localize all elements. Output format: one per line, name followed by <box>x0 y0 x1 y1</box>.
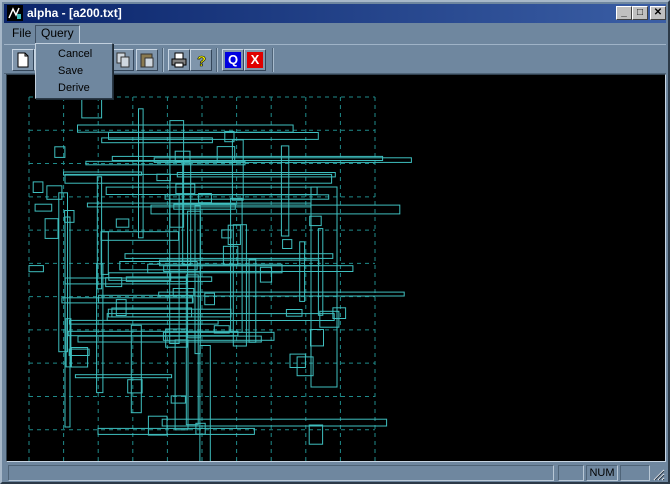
toolbar-separator <box>272 48 274 72</box>
print-button[interactable] <box>168 49 190 71</box>
query-icon: Q <box>225 52 241 68</box>
layout-shape <box>280 145 290 237</box>
application-window: alpha - [a200.txt] _ □ ✕ File Query ? Q … <box>0 0 670 484</box>
layout-shape <box>74 374 173 379</box>
layout-shape <box>156 173 171 182</box>
copy-button[interactable] <box>112 49 134 71</box>
svg-text:?: ? <box>197 53 206 70</box>
layout-shape <box>70 347 89 368</box>
minimize-icon: _ <box>621 7 627 18</box>
help-icon: ? <box>197 53 207 71</box>
menu-file[interactable]: File <box>7 25 36 42</box>
close-button[interactable]: ✕ <box>650 6 666 20</box>
copy-icon <box>116 52 130 68</box>
menu-bar: File Query <box>4 24 666 44</box>
layout-shape <box>310 329 324 347</box>
layout-shape <box>115 218 130 228</box>
maximize-button[interactable]: □ <box>632 6 648 20</box>
layout-shape <box>227 224 241 245</box>
layout-shape <box>169 194 180 344</box>
query-button[interactable]: Q <box>222 49 244 71</box>
layout-shape <box>44 218 59 239</box>
layout-shape <box>64 210 75 223</box>
layout-shape <box>282 239 293 250</box>
layout-shape <box>138 108 144 239</box>
layout-shape <box>100 231 179 241</box>
print-icon <box>171 52 187 68</box>
layout-shape <box>232 224 247 347</box>
layout-shape <box>61 297 194 304</box>
window-title: alpha - [a200.txt] <box>27 6 122 20</box>
layout-shape <box>163 265 354 272</box>
close-query-button[interactable]: X <box>244 49 266 71</box>
layout-shape <box>175 183 196 195</box>
new-button[interactable] <box>12 49 34 71</box>
layout-shape <box>158 291 405 297</box>
layout-shape <box>28 265 44 273</box>
layout-shape <box>289 353 306 369</box>
paste-icon <box>140 53 154 68</box>
close-icon: ✕ <box>653 7 663 18</box>
layout-shape <box>170 395 186 404</box>
menu-item-save[interactable]: Save <box>38 63 110 80</box>
status-caps <box>558 465 584 481</box>
circuit-layout-drawing <box>28 96 412 484</box>
layout-shape <box>169 120 185 228</box>
layout-shape <box>285 309 303 317</box>
layout-shape <box>204 292 216 306</box>
maximize-icon: □ <box>636 7 644 18</box>
paste-button[interactable] <box>136 49 158 71</box>
title-bar[interactable]: alpha - [a200.txt] _ □ ✕ <box>4 4 666 23</box>
new-icon <box>17 52 29 68</box>
layout-shape <box>259 266 273 283</box>
layout-shape <box>77 124 294 133</box>
layout-shape <box>231 139 244 201</box>
menu-query[interactable]: Query <box>35 25 80 44</box>
layout-shape <box>34 203 53 212</box>
layout-shape <box>127 379 143 394</box>
minimize-button[interactable]: _ <box>616 6 632 20</box>
layout-shape <box>221 229 232 239</box>
layout-shape <box>105 277 123 288</box>
toolbar-separator <box>162 48 164 72</box>
menu-item-cancel[interactable]: Cancel <box>38 46 110 63</box>
layout-shape <box>310 186 338 388</box>
menu-item-derive[interactable]: Derive <box>38 80 110 97</box>
close-query-icon: X <box>247 52 263 68</box>
layout-canvas[interactable] <box>6 74 666 484</box>
layout-shape <box>111 155 384 162</box>
status-bar: NUM <box>4 463 666 482</box>
status-num: NUM <box>586 465 618 481</box>
query-dropdown-menu: Cancel Save Derive <box>35 43 113 99</box>
layout-shape <box>100 231 109 275</box>
app-icon <box>7 5 23 21</box>
layout-shape <box>101 137 213 144</box>
layout-shape <box>64 173 333 184</box>
status-scroll <box>620 465 650 481</box>
resize-grip-icon[interactable] <box>652 468 665 481</box>
layout-shape <box>63 171 142 176</box>
layout-shape <box>68 348 90 357</box>
status-message <box>8 465 554 481</box>
layout-shape <box>124 253 334 259</box>
layout-shape <box>32 181 44 194</box>
help-button[interactable]: ? <box>190 49 212 71</box>
toolbar-separator <box>216 48 218 72</box>
layout-shape <box>308 424 324 445</box>
